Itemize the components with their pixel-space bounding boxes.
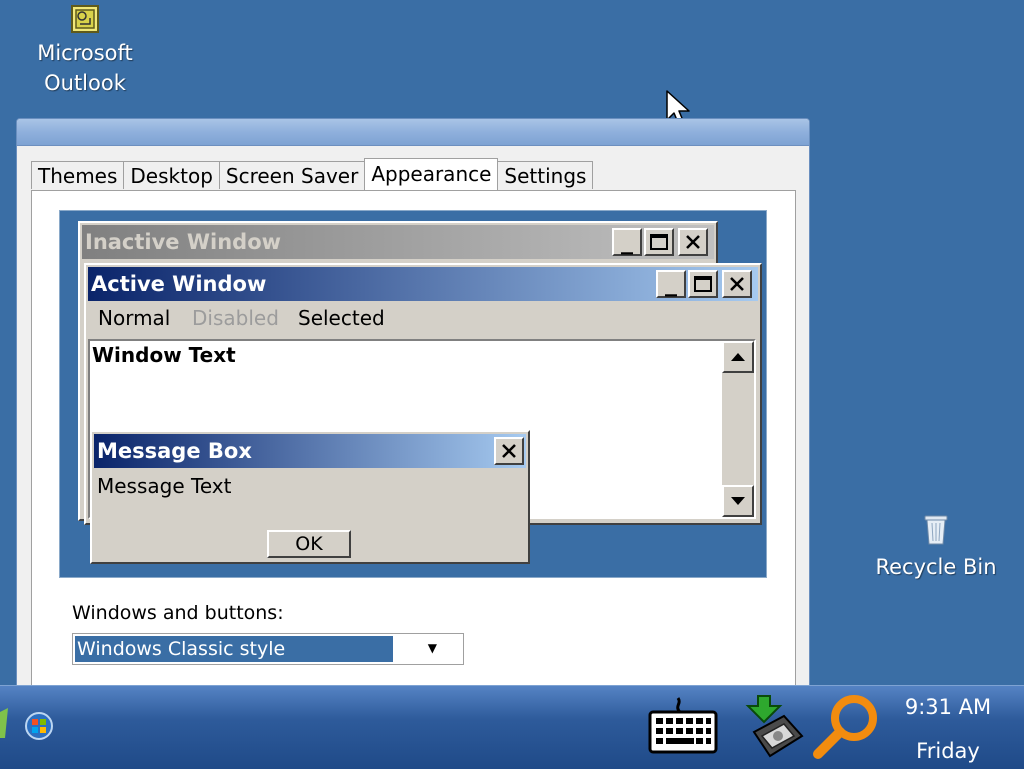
maximize-button <box>688 270 718 298</box>
close-icon <box>502 444 516 458</box>
desktop-icon-label: Recycle Bin <box>875 555 997 579</box>
vertical-scrollbar <box>722 341 754 517</box>
keyboard-icon[interactable] <box>648 696 718 756</box>
desktop-icon-recycle-bin[interactable]: Recycle Bin <box>874 512 998 582</box>
active-window-title: Active Window <box>91 272 267 296</box>
taskbar: 9:31 AM Friday <box>0 685 1024 769</box>
message-box-titlebar: Message Box <box>94 434 526 468</box>
desktop-icon-outlook[interactable]: Microsoft Outlook <box>30 2 140 98</box>
maximize-icon <box>694 276 712 292</box>
close-button <box>494 437 524 465</box>
windows-and-buttons-value: Windows Classic style <box>75 636 393 662</box>
close-icon <box>730 277 744 291</box>
minimize-button: _ <box>612 228 642 256</box>
clock-day: Friday <box>916 739 980 763</box>
chevron-down-icon: ▼ <box>427 641 437 655</box>
tab-screen-saver[interactable]: Screen Saver <box>218 161 366 189</box>
tab-themes[interactable]: Themes <box>31 161 125 189</box>
message-text: Message Text <box>97 474 232 498</box>
minimize-button: _ <box>656 270 686 298</box>
menu-item-selected: Selected <box>298 306 385 330</box>
taskbar-clock[interactable]: 9:31 AM Friday <box>888 692 1008 766</box>
recycle-bin-icon <box>924 515 948 545</box>
inactive-window-titlebar: Inactive Window _ <box>82 225 714 259</box>
windows-orb-icon[interactable] <box>24 711 54 741</box>
menu-item-disabled: Disabled <box>192 306 279 330</box>
window-text: Window Text <box>92 343 236 367</box>
menu-item-normal: Normal <box>98 306 171 330</box>
arrow-down-icon <box>731 497 745 505</box>
tab-desktop[interactable]: Desktop <box>123 161 220 189</box>
arrow-up-icon <box>731 353 745 361</box>
preview-message-box: Message Box Message Text OK <box>90 430 530 564</box>
scroll-up-button <box>722 341 754 373</box>
display-properties-dialog: Themes Desktop Screen Saver Appearance S… <box>16 118 810 700</box>
network-icon[interactable] <box>740 692 810 762</box>
appearance-preview: Inactive Window _ Active Window _ Normal… <box>59 210 767 578</box>
windows-and-buttons-select[interactable]: Windows Classic style ▼ <box>72 633 464 665</box>
dialog-titlebar[interactable] <box>17 119 809 146</box>
active-window-titlebar: Active Window _ <box>88 267 758 301</box>
search-icon[interactable] <box>812 692 882 762</box>
maximize-button <box>644 228 674 256</box>
close-icon <box>686 235 700 249</box>
windows-and-buttons-label: Windows and buttons: <box>72 602 284 624</box>
start-button-edge-icon[interactable] <box>0 708 10 738</box>
tab-strip: Themes Desktop Screen Saver Appearance S… <box>31 158 594 191</box>
desktop-icon-label: Microsoft <box>37 41 133 65</box>
appearance-panel: Inactive Window _ Active Window _ Normal… <box>31 190 796 699</box>
maximize-icon <box>650 234 668 250</box>
ok-button: OK <box>267 530 351 558</box>
close-button <box>722 270 752 298</box>
outlook-icon <box>71 5 99 33</box>
message-box-title: Message Box <box>97 439 252 463</box>
close-button <box>678 228 708 256</box>
scroll-down-button <box>722 485 754 517</box>
tab-appearance[interactable]: Appearance <box>364 158 499 190</box>
desktop-icon-label: Outlook <box>44 71 126 95</box>
inactive-window-title: Inactive Window <box>85 230 282 254</box>
tab-settings[interactable]: Settings <box>497 161 594 189</box>
clock-time: 9:31 AM <box>904 695 992 719</box>
